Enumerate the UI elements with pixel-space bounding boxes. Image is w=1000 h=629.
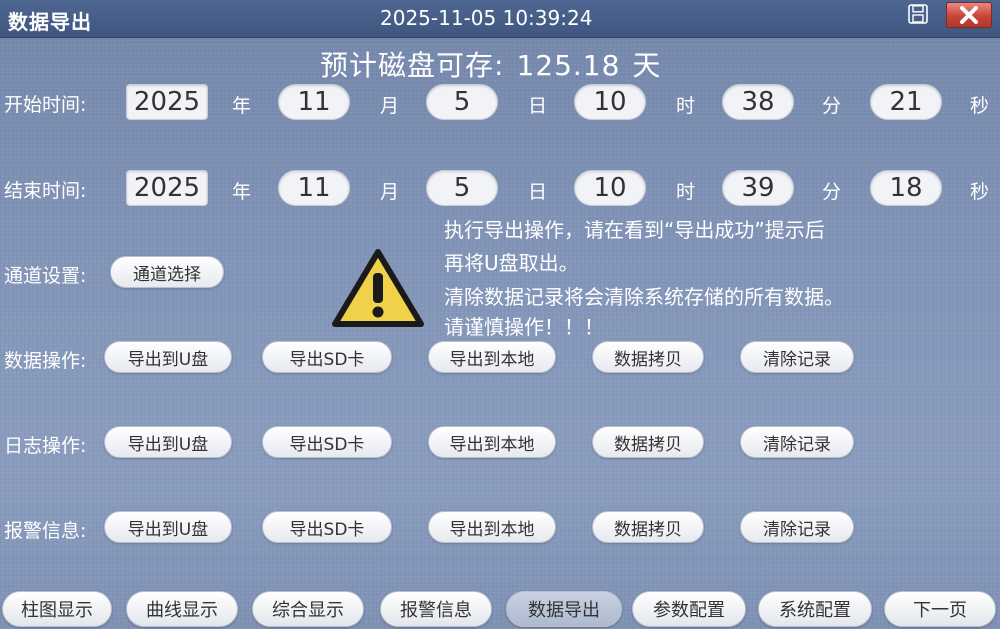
close-icon: [960, 6, 978, 24]
end-minute-field[interactable]: 39: [722, 170, 794, 206]
end-hour-unit: 时: [676, 181, 696, 203]
start-second-unit: 秒: [970, 95, 990, 117]
nav-system-button[interactable]: 系统配置: [758, 591, 872, 627]
log-export-sd-button[interactable]: 导出SD卡: [262, 426, 392, 458]
end-year-field[interactable]: 2025: [126, 170, 208, 206]
data-copy-button[interactable]: 数据拷贝: [592, 341, 704, 373]
end-month-unit: 月: [380, 181, 400, 203]
datetime-display: 2025-11-05 10:39:24: [380, 6, 593, 30]
data-export-usb-button[interactable]: 导出到U盘: [104, 341, 232, 373]
nav-alarm-button[interactable]: 报警信息: [380, 591, 492, 627]
alarm-export-local-button[interactable]: 导出到本地: [428, 511, 556, 543]
data-ops-label: 数据操作:: [4, 350, 87, 372]
end-second-unit: 秒: [970, 181, 990, 203]
alarm-clear-button[interactable]: 清除记录: [740, 511, 854, 543]
nav-bar-chart-button[interactable]: 柱图显示: [2, 591, 112, 627]
close-button[interactable]: [946, 2, 992, 28]
data-export-local-button[interactable]: 导出到本地: [428, 341, 556, 373]
alarm-export-sd-button[interactable]: 导出SD卡: [262, 511, 392, 543]
end-second-field[interactable]: 18: [870, 170, 942, 206]
alarm-copy-button[interactable]: 数据拷贝: [592, 511, 704, 543]
nav-overview-button[interactable]: 综合显示: [252, 591, 364, 627]
title-bar: 数据导出 2025-11-05 10:39:24: [0, 0, 1000, 38]
warning-line-2: 再将U盘取出。: [444, 251, 579, 275]
data-export-sd-button[interactable]: 导出SD卡: [262, 341, 392, 373]
page-title: 数据导出: [8, 10, 92, 34]
log-copy-button[interactable]: 数据拷贝: [592, 426, 704, 458]
end-day-unit: 日: [528, 181, 548, 203]
log-export-local-button[interactable]: 导出到本地: [428, 426, 556, 458]
disk-value: 125.18: [516, 49, 621, 82]
start-day-unit: 日: [528, 95, 548, 117]
nav-params-button[interactable]: 参数配置: [632, 591, 746, 627]
start-time-label: 开始时间:: [4, 94, 87, 116]
disk-label: 预计磁盘可存:: [320, 49, 505, 82]
start-minute-field[interactable]: 38: [722, 84, 794, 120]
data-clear-button[interactable]: 清除记录: [740, 341, 854, 373]
save-icon[interactable]: [906, 3, 930, 25]
warning-line-3: 清除数据记录将会清除系统存储的所有数据。: [444, 285, 844, 309]
alarm-export-usb-button[interactable]: 导出到U盘: [104, 511, 232, 543]
channel-label: 通道设置:: [4, 265, 87, 287]
start-month-unit: 月: [380, 95, 400, 117]
disk-estimate: 预计磁盘可存: 125.18 天: [320, 44, 673, 84]
log-ops-label: 日志操作:: [4, 435, 87, 457]
end-month-field[interactable]: 11: [278, 170, 350, 206]
start-month-field[interactable]: 11: [278, 84, 350, 120]
start-year-unit: 年: [232, 95, 252, 117]
warning-line-4: 请谨慎操作！！！: [444, 315, 604, 339]
start-year-field[interactable]: 2025: [126, 84, 208, 120]
end-time-label: 结束时间:: [4, 180, 87, 202]
nav-curve-button[interactable]: 曲线显示: [126, 591, 238, 627]
nav-next-page-button[interactable]: 下一页: [884, 591, 996, 627]
warning-line-1: 执行导出操作，请在看到“导出成功”提示后: [444, 218, 825, 242]
start-minute-unit: 分: [822, 95, 842, 117]
end-day-field[interactable]: 5: [426, 170, 498, 206]
channel-select-button[interactable]: 通道选择: [110, 256, 224, 288]
end-minute-unit: 分: [822, 181, 842, 203]
log-export-usb-button[interactable]: 导出到U盘: [104, 426, 232, 458]
nav-data-export-button[interactable]: 数据导出: [506, 591, 622, 627]
start-day-field[interactable]: 5: [426, 84, 498, 120]
end-hour-field[interactable]: 10: [574, 170, 646, 206]
warning-icon: [332, 249, 424, 327]
alarm-ops-label: 报警信息:: [4, 520, 87, 542]
start-hour-field[interactable]: 10: [574, 84, 646, 120]
end-year-unit: 年: [232, 181, 252, 203]
start-hour-unit: 时: [676, 95, 696, 117]
log-clear-button[interactable]: 清除记录: [740, 426, 854, 458]
start-second-field[interactable]: 21: [870, 84, 942, 120]
disk-unit: 天: [632, 49, 662, 82]
